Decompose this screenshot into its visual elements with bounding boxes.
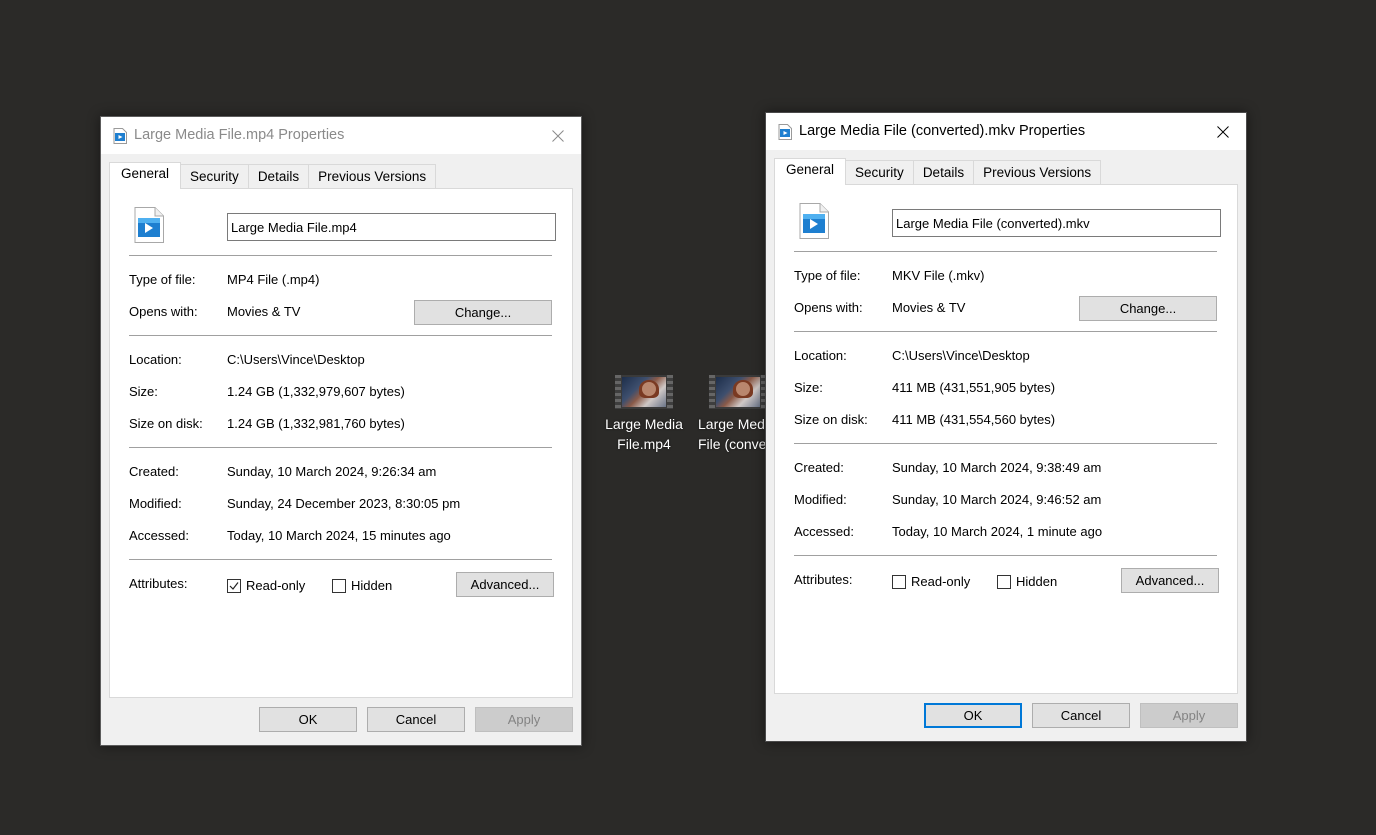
- created-label: Created:: [794, 460, 844, 475]
- accessed-value: Today, 10 March 2024, 1 minute ago: [892, 524, 1103, 539]
- apply-button[interactable]: Apply: [475, 707, 573, 732]
- close-icon: [552, 129, 564, 142]
- readonly-checkbox-box[interactable]: [892, 574, 906, 589]
- location-value: C:\Users\Vince\Desktop: [892, 348, 1030, 363]
- accessed-value: Today, 10 March 2024, 15 minutes ago: [227, 528, 451, 543]
- type-of-file-value: MP4 File (.mp4): [227, 272, 320, 287]
- change-button[interactable]: Change...: [1079, 296, 1217, 321]
- video-file-icon: [778, 124, 792, 140]
- separator: [794, 443, 1217, 444]
- type-of-file-value: MKV File (.mkv): [892, 268, 985, 283]
- type-of-file-label: Type of file:: [794, 268, 861, 283]
- tab-security[interactable]: Security: [180, 164, 249, 188]
- modified-label: Modified:: [794, 492, 847, 507]
- general-panel: Type of file: MP4 File (.mp4) Opens with…: [109, 188, 573, 698]
- desktop-icon-label: Large Media File.mp4: [605, 416, 683, 452]
- readonly-label: Read-only: [911, 574, 971, 589]
- hidden-checkbox[interactable]: Hidden: [332, 578, 392, 593]
- attributes-label: Attributes:: [129, 576, 188, 591]
- readonly-checkbox[interactable]: Read-only: [892, 574, 970, 589]
- checkmark-icon: [229, 581, 239, 590]
- tab-general[interactable]: General: [774, 158, 847, 185]
- tab-security[interactable]: Security: [845, 160, 914, 184]
- hidden-checkbox-box[interactable]: [332, 578, 346, 593]
- file-name-input[interactable]: [892, 209, 1221, 237]
- video-thumbnail-icon: [709, 375, 767, 409]
- change-button[interactable]: Change...: [414, 300, 552, 325]
- advanced-button[interactable]: Advanced...: [456, 572, 554, 597]
- properties-dialog-mkv: Large Media File (converted).mkv Propert…: [765, 112, 1247, 742]
- readonly-checkbox[interactable]: Read-only: [227, 578, 305, 593]
- modified-value: Sunday, 10 March 2024, 9:46:52 am: [892, 492, 1102, 507]
- cancel-button[interactable]: Cancel: [367, 707, 465, 732]
- hidden-label: Hidden: [351, 578, 393, 593]
- file-name-input[interactable]: [227, 213, 556, 241]
- properties-dialog-mp4: Large Media File.mp4 Properties General …: [100, 116, 582, 746]
- opens-with-value: Movies & TV: [892, 300, 966, 315]
- close-button[interactable]: [535, 117, 581, 154]
- separator: [794, 331, 1217, 332]
- hidden-label: Hidden: [1016, 574, 1058, 589]
- title-bar[interactable]: Large Media File.mp4 Properties: [101, 117, 581, 154]
- general-panel: Type of file: MKV File (.mkv) Opens with…: [774, 184, 1238, 694]
- readonly-checkbox-box[interactable]: [227, 578, 241, 593]
- created-label: Created:: [129, 464, 179, 479]
- tab-details[interactable]: Details: [247, 164, 310, 188]
- hidden-checkbox-box[interactable]: [997, 574, 1011, 589]
- location-label: Location:: [794, 348, 847, 363]
- video-thumbnail-icon: [615, 375, 673, 409]
- separator: [129, 255, 552, 256]
- modified-label: Modified:: [129, 496, 182, 511]
- location-value: C:\Users\Vince\Desktop: [227, 352, 365, 367]
- size-value: 1.24 GB (1,332,979,607 bytes): [227, 384, 405, 399]
- close-icon: [1217, 125, 1229, 138]
- tab-strip: General Security Details Previous Versio…: [109, 162, 437, 189]
- dialog-title: Large Media File.mp4 Properties: [134, 127, 345, 143]
- separator: [129, 447, 552, 448]
- opens-with-value: Movies & TV: [227, 304, 301, 319]
- separator: [129, 335, 552, 336]
- dialog-title: Large Media File (converted).mkv Propert…: [799, 123, 1086, 139]
- ok-button[interactable]: OK: [924, 703, 1022, 728]
- separator: [794, 555, 1217, 556]
- hidden-checkbox[interactable]: Hidden: [997, 574, 1057, 589]
- size-value: 411 MB (431,551,905 bytes): [892, 380, 1056, 395]
- opens-with-label: Opens with:: [794, 300, 863, 315]
- size-on-disk-value: 411 MB (431,554,560 bytes): [892, 412, 1056, 427]
- tab-general[interactable]: General: [109, 162, 182, 189]
- accessed-label: Accessed:: [794, 524, 854, 539]
- cancel-button[interactable]: Cancel: [1032, 703, 1130, 728]
- created-value: Sunday, 10 March 2024, 9:38:49 am: [892, 460, 1102, 475]
- separator: [129, 559, 552, 560]
- accessed-label: Accessed:: [129, 528, 189, 543]
- desktop-icon-mp4[interactable]: Large Media File.mp4: [600, 375, 688, 454]
- video-file-icon: [799, 203, 829, 239]
- size-label: Size:: [129, 384, 158, 399]
- created-value: Sunday, 10 March 2024, 9:26:34 am: [227, 464, 437, 479]
- apply-button[interactable]: Apply: [1140, 703, 1238, 728]
- opens-with-label: Opens with:: [129, 304, 198, 319]
- readonly-label: Read-only: [246, 578, 306, 593]
- size-on-disk-label: Size on disk:: [794, 412, 868, 427]
- tab-strip: General Security Details Previous Versio…: [774, 158, 1102, 185]
- modified-value: Sunday, 24 December 2023, 8:30:05 pm: [227, 496, 461, 511]
- size-on-disk-value: 1.24 GB (1,332,981,760 bytes): [227, 416, 405, 431]
- size-on-disk-label: Size on disk:: [129, 416, 203, 431]
- size-label: Size:: [794, 380, 823, 395]
- ok-button[interactable]: OK: [259, 707, 357, 732]
- tab-previous-versions[interactable]: Previous Versions: [973, 160, 1102, 184]
- advanced-button[interactable]: Advanced...: [1121, 568, 1219, 593]
- tab-details[interactable]: Details: [912, 160, 975, 184]
- close-button[interactable]: [1200, 113, 1246, 150]
- type-of-file-label: Type of file:: [129, 272, 196, 287]
- title-bar[interactable]: Large Media File (converted).mkv Propert…: [766, 113, 1246, 150]
- video-file-icon: [134, 207, 164, 243]
- video-file-icon: [113, 128, 127, 144]
- tab-previous-versions[interactable]: Previous Versions: [308, 164, 437, 188]
- attributes-label: Attributes:: [794, 572, 853, 587]
- location-label: Location:: [129, 352, 182, 367]
- separator: [794, 251, 1217, 252]
